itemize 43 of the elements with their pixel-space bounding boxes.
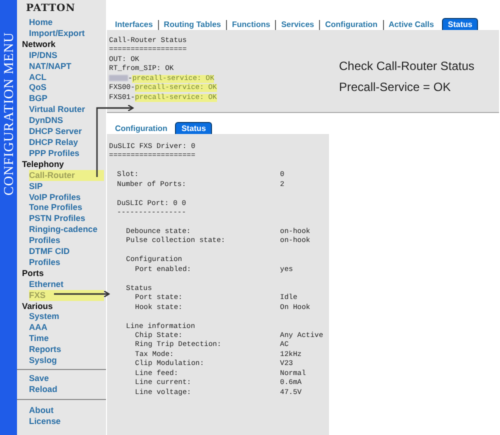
menu-item[interactable]: Tone Profiles — [29, 202, 84, 214]
menu-item[interactable]: Save — [29, 373, 51, 384]
menu-item[interactable]: Reload — [29, 384, 60, 395]
tab[interactable]: Status — [175, 122, 212, 134]
menu-item[interactable]: Call-Router — [29, 170, 104, 181]
menu-item[interactable]: DHCP Server — [29, 126, 84, 137]
tab[interactable]: Interfaces — [110, 20, 158, 30]
menu-item[interactable]: Ringing-cadence Profiles — [29, 224, 104, 246]
menu-item[interactable]: ACL — [29, 72, 48, 82]
logo: PATTON — [26, 3, 76, 15]
menu-item[interactable]: DTMF CID Profiles — [29, 246, 104, 268]
menu-item[interactable]: Import/Export — [29, 28, 87, 39]
annotation-text: Check Call-Router Status — [339, 58, 474, 75]
menu-item[interactable]: SIP — [29, 180, 45, 192]
menu-item[interactable]: Time — [29, 333, 51, 344]
tab[interactable]: Configuration — [110, 124, 172, 134]
annotation-text: Precall-Service = OK — [339, 79, 452, 96]
tab[interactable]: Status — [442, 18, 478, 30]
menu-item[interactable]: QoS — [29, 82, 48, 94]
menu-item[interactable]: PPP Profiles — [29, 148, 82, 159]
menu-section-header: Telephony — [22, 158, 65, 170]
menu-section-header: Network — [22, 38, 57, 50]
menu-item[interactable]: Virtual Router — [29, 104, 88, 116]
menu-item[interactable]: License — [29, 416, 63, 427]
menu-item[interactable]: NAT/NAPT — [29, 60, 74, 72]
menu-item[interactable]: DHCP Relay — [29, 136, 80, 148]
arrow — [54, 290, 110, 298]
menu-item[interactable]: Reports — [29, 344, 64, 356]
menu-item[interactable]: DynDNS — [29, 115, 66, 126]
menu-item[interactable]: BGP — [29, 93, 50, 104]
menu-item[interactable]: Home — [29, 17, 55, 28]
menu-item[interactable]: PSTN Profiles — [29, 213, 88, 224]
menu-section-header: Various — [22, 300, 54, 312]
menu-item[interactable]: AAA — [29, 322, 50, 334]
menu-item[interactable]: FXS — [29, 290, 104, 301]
menu-item[interactable]: System — [29, 311, 62, 322]
menu-title: CONFIGURATION MENU — [0, 32, 16, 196]
menu-item[interactable]: Ethernet — [29, 278, 66, 290]
menu-item[interactable]: VoIP Profiles — [29, 192, 83, 202]
menu-item[interactable]: About — [29, 404, 56, 416]
menu-section-header: Ports — [22, 268, 45, 279]
menu-item[interactable]: IP/DNS — [29, 50, 60, 61]
menu-item[interactable]: Syslog — [29, 355, 59, 366]
